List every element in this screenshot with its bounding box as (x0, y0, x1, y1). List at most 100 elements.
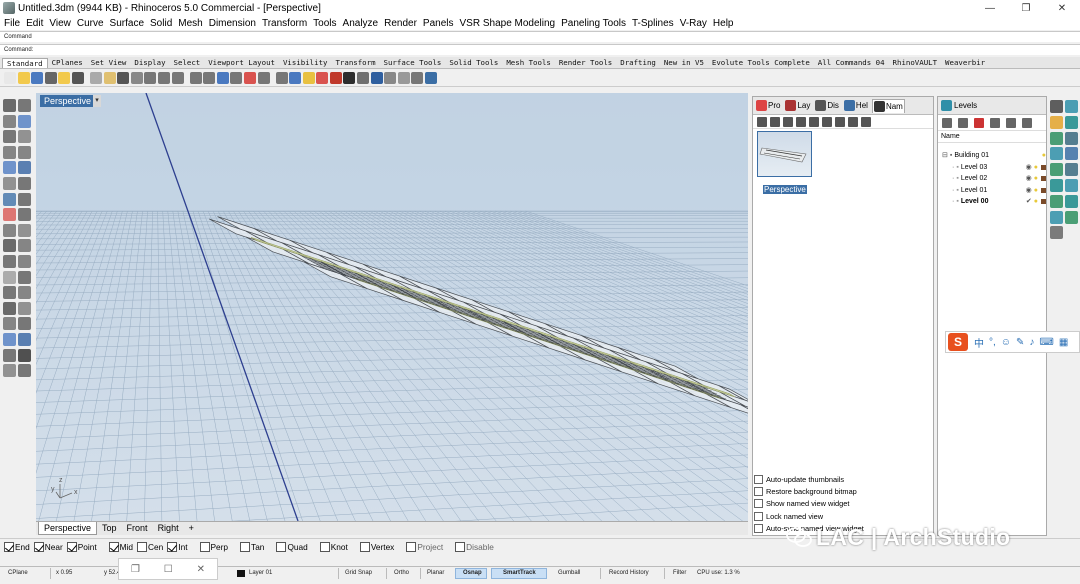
tools-icon[interactable] (1050, 147, 1063, 161)
copy-icon[interactable] (18, 239, 31, 253)
box-icon[interactable] (1050, 163, 1063, 177)
zoom-dynamic-icon[interactable] (157, 72, 170, 84)
help-icon[interactable] (425, 72, 438, 84)
osnap-checkbox[interactable] (455, 541, 466, 552)
toolbar-tab-drafting[interactable]: Drafting (616, 58, 660, 67)
import-icon[interactable] (58, 72, 71, 84)
status-cplane[interactable]: CPlane (8, 567, 28, 580)
teal-icon[interactable] (1065, 194, 1078, 208)
layer-color-swatch[interactable] (1041, 164, 1046, 170)
tools-icon[interactable] (1022, 117, 1032, 128)
copy-icon[interactable] (89, 72, 102, 84)
scale-icon[interactable] (18, 255, 31, 268)
perspective-viewport[interactable]: x yz Perspective ▾ (36, 93, 748, 521)
lightbulb-icon[interactable]: ● (1034, 185, 1038, 196)
osnap-checkbox[interactable] (167, 541, 178, 552)
menu-transform[interactable]: Transform (262, 18, 307, 29)
xray-icon[interactable] (397, 72, 410, 84)
save-view-icon[interactable] (757, 116, 767, 127)
arc-icon[interactable] (3, 145, 16, 159)
view-tab-top[interactable]: Top (97, 522, 122, 535)
menu-v-ray[interactable]: V-Ray (680, 18, 707, 29)
menu-file[interactable]: File (4, 18, 20, 29)
named-view-thumbnail[interactable] (757, 131, 812, 177)
grid-snap-toggle[interactable]: Grid Snap (345, 567, 372, 580)
menu-tools[interactable]: Tools (313, 18, 336, 29)
circle-icon[interactable] (3, 130, 16, 144)
minimize-button[interactable]: — (972, 0, 1008, 16)
cut-icon[interactable] (71, 72, 84, 84)
toggle-icon[interactable] (1065, 163, 1078, 177)
osnap-perp[interactable]: Perp (199, 541, 228, 552)
cplane-icon[interactable] (230, 72, 243, 84)
boolean-icon[interactable] (18, 223, 31, 237)
osnap-end[interactable]: End (4, 541, 30, 552)
layer-row[interactable]: · ▪ Level 03 ◉ ● (952, 162, 1046, 173)
curve-icon[interactable] (275, 72, 288, 84)
lightbulb-icon[interactable]: ● (1042, 150, 1046, 161)
layer-row[interactable]: · ▪ Level 01 ◉ ● (952, 185, 1046, 196)
osnap-tan[interactable]: Tan (240, 541, 264, 552)
menu-surface[interactable]: Surface (110, 18, 144, 29)
menu-t-splines[interactable]: T-Splines (632, 18, 674, 29)
checkbox[interactable] (754, 499, 763, 509)
restore-view-icon[interactable] (796, 116, 806, 127)
checkbox[interactable] (754, 474, 763, 484)
eye-icon[interactable]: ◉ (1026, 173, 1032, 184)
fillet-curve-icon[interactable] (18, 177, 31, 190)
sphere-icon[interactable] (289, 72, 302, 84)
eye-icon[interactable]: ◉ (1026, 162, 1032, 173)
viewport-menu-arrow[interactable]: ▾ (93, 95, 101, 107)
select-icon[interactable] (3, 99, 16, 112)
menu-mesh[interactable]: Mesh (178, 18, 202, 29)
line-icon[interactable] (18, 114, 31, 128)
osnap-quad[interactable]: Quad (276, 541, 308, 552)
menu-edit[interactable]: Edit (26, 18, 43, 29)
move-icon[interactable] (3, 239, 16, 253)
eye-icon[interactable]: ◉ (1026, 185, 1032, 196)
zoom-extents-icon[interactable] (189, 72, 202, 84)
panel-tab-hel[interactable]: Hel (843, 99, 869, 112)
extrude-icon[interactable] (3, 192, 16, 206)
layer-row[interactable]: · ▪ Level 02 ◉ ● (952, 173, 1046, 184)
view-tab-add[interactable]: + (184, 522, 199, 535)
render-icon[interactable] (18, 333, 31, 346)
undo-icon[interactable] (117, 72, 130, 84)
menu-analyze[interactable]: Analyze (343, 18, 379, 29)
save-icon[interactable] (31, 72, 44, 84)
new-icon[interactable] (4, 72, 16, 84)
checkbox[interactable] (754, 511, 763, 521)
view-tab-front[interactable]: Front (122, 522, 153, 535)
collapse-icon[interactable]: ⊟ (942, 150, 948, 161)
gumball-icon[interactable] (1050, 100, 1063, 113)
osnap-point[interactable]: Point (66, 541, 97, 552)
osnap-checkbox[interactable] (199, 541, 210, 552)
solid-icon[interactable] (18, 208, 31, 222)
planar-toggle[interactable]: Planar (427, 567, 444, 580)
point-icon[interactable] (18, 99, 31, 112)
move-up-icon[interactable] (990, 117, 1000, 128)
panel-tab-lay[interactable]: Lay (784, 99, 811, 112)
sphere-icon[interactable] (1065, 131, 1078, 145)
layer-color-swatch[interactable] (1041, 187, 1046, 193)
checkbox[interactable] (754, 486, 763, 496)
pan-icon[interactable] (130, 72, 143, 84)
freeform-icon[interactable] (3, 177, 16, 190)
ghosted-icon[interactable] (384, 72, 397, 84)
osnap-project[interactable]: Project (406, 541, 443, 552)
eye-icon[interactable] (835, 116, 845, 127)
grid-icon[interactable]: ▦ (1059, 337, 1068, 348)
trim-icon[interactable] (3, 286, 16, 300)
viewport-title[interactable]: Perspective (40, 95, 96, 107)
osnap-checkbox[interactable] (108, 541, 119, 552)
ellipse-icon[interactable] (3, 161, 16, 175)
display-options-icon[interactable] (411, 72, 424, 84)
mirror-icon[interactable] (18, 270, 31, 284)
checkbox[interactable] (754, 523, 763, 533)
filter-toggle[interactable]: Filter (673, 567, 686, 580)
levels-tab[interactable]: Levels (938, 97, 1046, 115)
toolbar-tab-display[interactable]: Display (130, 58, 169, 67)
osnap-toggle[interactable]: Osnap (463, 567, 482, 580)
four-viewports-icon[interactable] (216, 72, 229, 84)
ortho-toggle[interactable]: Ortho (394, 567, 409, 580)
